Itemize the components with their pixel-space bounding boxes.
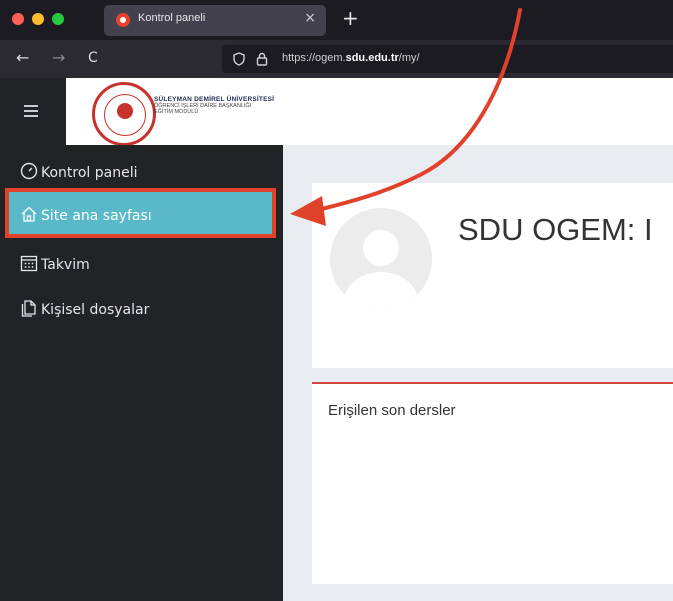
browser-titlebar: Kontrol paneli × + xyxy=(0,0,673,40)
sidebar-item-label: Takvim xyxy=(41,257,90,273)
browser-tab[interactable]: Kontrol paneli × xyxy=(104,5,326,36)
tab-close-icon[interactable]: × xyxy=(304,10,316,26)
hamburger-line xyxy=(24,110,38,112)
recent-courses-title: Erişilen son dersler xyxy=(328,402,456,419)
close-window-dot[interactable] xyxy=(12,13,24,25)
avatar-head xyxy=(363,230,399,266)
favicon-icon xyxy=(116,13,130,27)
forward-icon[interactable]: → xyxy=(52,48,65,67)
menu-toggle-button[interactable] xyxy=(0,78,66,145)
sidebar-item-dashboard[interactable]: Kontrol paneli xyxy=(20,162,138,181)
back-icon[interactable]: ← xyxy=(16,48,29,67)
logo-line1: SÜLEYMAN DEMİREL ÜNİVERSİTESİ xyxy=(154,96,275,103)
dashboard-icon xyxy=(20,162,38,180)
logo-text: SÜLEYMAN DEMİREL ÜNİVERSİTESİ ÖĞRENCİ İŞ… xyxy=(154,96,274,115)
lock-icon xyxy=(256,52,268,66)
university-logo[interactable] xyxy=(92,82,156,146)
maximize-window-dot[interactable] xyxy=(52,13,64,25)
url-bar[interactable]: https://ogem.sdu.edu.tr/my/ xyxy=(222,45,673,73)
avatar[interactable] xyxy=(330,208,432,310)
shield-icon xyxy=(233,52,245,66)
minimize-window-dot[interactable] xyxy=(32,13,44,25)
hamburger-line xyxy=(24,115,38,117)
logo-emblem xyxy=(104,94,146,136)
sidebar-item-site-home[interactable]: Site ana sayfası xyxy=(20,205,152,224)
files-icon xyxy=(21,300,36,317)
rose-icon xyxy=(117,103,133,119)
sidebar-item-calendar[interactable]: Takvim xyxy=(20,254,90,273)
tab-title: Kontrol paneli xyxy=(138,12,206,24)
browser-navbar: ← → C https://ogem.sdu.edu.tr/my/ xyxy=(0,40,673,78)
reload-icon[interactable]: C xyxy=(88,50,98,66)
hamburger-line xyxy=(24,105,38,107)
home-icon xyxy=(21,206,37,222)
sidebar-item-label: Kişisel dosyalar xyxy=(41,302,150,318)
sidebar-item-label: Kontrol paneli xyxy=(41,165,138,181)
logo-line3: EĞİTİM MODÜLÜ xyxy=(154,109,199,115)
new-tab-button[interactable]: + xyxy=(342,6,359,30)
calendar-icon xyxy=(20,255,38,272)
page-title: SDU OGEM: I xyxy=(458,212,653,247)
sidebar-item-label: Site ana sayfası xyxy=(41,208,152,224)
avatar-body xyxy=(344,272,418,310)
sidebar-item-private-files[interactable]: Kişisel dosyalar xyxy=(20,299,149,318)
url-text: https://ogem.sdu.edu.tr/my/ xyxy=(282,52,420,64)
